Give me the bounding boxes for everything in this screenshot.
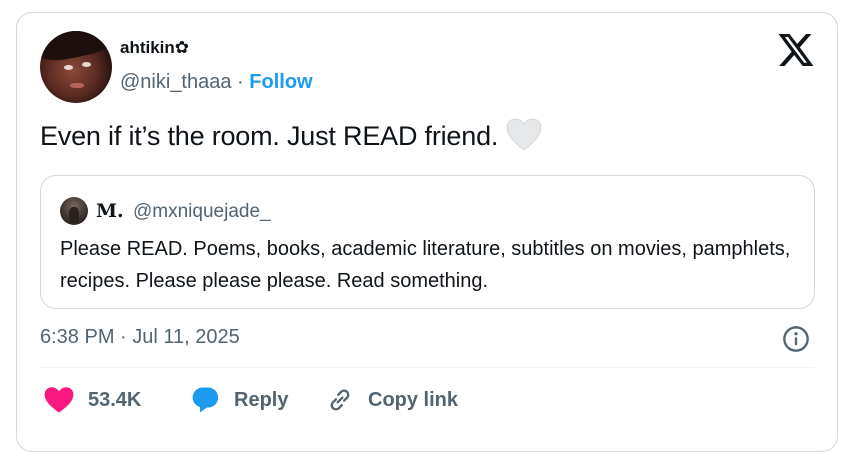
quoted-author-name: 𝐌. <box>96 200 124 222</box>
author-display-name[interactable]: ahtikin✿ <box>120 38 189 58</box>
reply-button[interactable]: Reply <box>190 384 288 416</box>
link-icon <box>330 389 350 411</box>
info-icon[interactable] <box>782 325 810 353</box>
x-logo-icon[interactable] <box>778 34 814 66</box>
quoted-tweet-text: Please READ. Poems, books, academic lite… <box>60 238 791 292</box>
like-button[interactable]: 53.4K <box>44 384 141 416</box>
speech-bubble-icon <box>192 387 219 413</box>
author-handle-line: @niki_thaaa · Follow <box>120 71 313 94</box>
author-handle[interactable]: @niki_thaaa <box>120 71 231 93</box>
like-count: 53.4K <box>88 388 142 411</box>
copy-link-label: Copy link <box>368 388 459 411</box>
quoted-author-avatar[interactable] <box>60 197 88 225</box>
tweet-timestamp[interactable]: 6:38 PM · Jul 11, 2025 <box>40 326 240 349</box>
separator-dot: · <box>237 71 244 93</box>
tweet-text: Even if it’s the room. Just READ friend. <box>40 121 499 152</box>
heart-icon <box>44 387 74 413</box>
white-heart-emoji-icon <box>506 118 542 151</box>
quoted-tweet[interactable]: 𝐌. @mxniquejade_ Please READ. Poems, boo… <box>40 175 815 309</box>
copy-link-button[interactable]: Copy link <box>326 384 458 416</box>
tweet-text-line: Even if it’s the room. Just READ friend. <box>40 118 542 155</box>
reply-label: Reply <box>234 388 289 411</box>
author-avatar[interactable] <box>40 31 112 103</box>
divider <box>40 367 815 368</box>
quoted-author-handle: @mxniquejade_ <box>133 201 271 222</box>
follow-button[interactable]: Follow <box>249 71 312 93</box>
